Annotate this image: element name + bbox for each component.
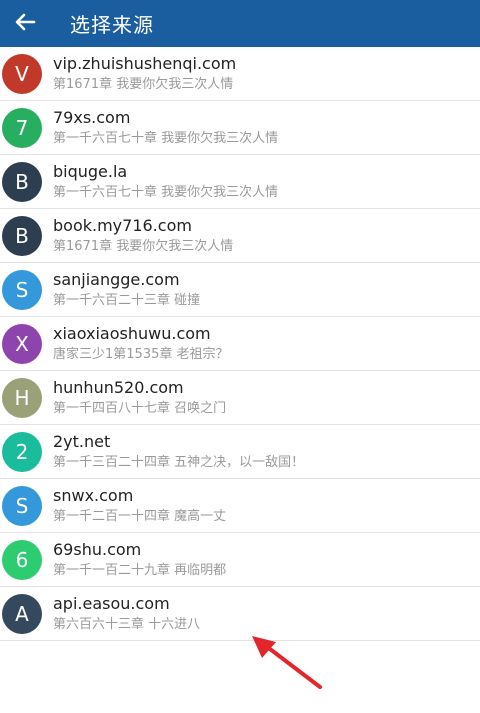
source-domain: book.my716.com [53, 215, 192, 235]
source-domain: biquge.la [53, 161, 128, 181]
latest-chapter: 第一千二百一十四章 魔高一丈 [53, 508, 227, 524]
source-domain: api.easou.com [53, 593, 170, 613]
source-domain: vip.zhuishushenqi.com [53, 53, 237, 73]
source-list-item[interactable]: 2 2yt.net 第一千三百二十四章 五神之决，以一敌国！ [0, 425, 480, 479]
source-text-group: biquge.la 第一千六百七十章 我要你欠我三次人情 [53, 162, 278, 202]
source-list-item[interactable]: Aapi.easou.com 第六百六十三章 十六进八 [0, 587, 480, 641]
source-text-group: snwx.com 第一千二百一十四章 魔高一丈 [53, 486, 226, 526]
source-avatar: V [2, 53, 42, 94]
source-avatar: 7 [2, 107, 42, 148]
page-title: 选择来源 [70, 13, 154, 37]
source-text-group: xiaoxiaoshuwu.com 唐家三少1第1535章 老祖宗？ [53, 324, 229, 364]
source-text-group: 79xs.com 第一千六百七十章 我要你欠我三次人情 [53, 108, 278, 148]
source-list-item[interactable]: Vvip.zhuishushenqi.com 第1671章 我要你欠我三次人情 [0, 47, 480, 101]
red-arrow-icon [252, 636, 322, 689]
source-domain: hunhun520.com [53, 377, 184, 397]
latest-chapter: 第一千六百二十三章 碰撞 [53, 292, 201, 308]
source-list-item[interactable]: Hhunhun520.com 第一千四百八十七章 召唤之门 [0, 371, 480, 425]
source-domain: snwx.com [53, 485, 134, 505]
source-avatar: S [2, 485, 42, 526]
source-avatar: 6 [2, 539, 42, 580]
source-domain: 79xs.com [53, 107, 131, 127]
arrow-left-icon [14, 12, 36, 36]
top-app-bar: 选择来源 [0, 0, 480, 47]
source-avatar: B [2, 215, 42, 256]
back-button[interactable] [0, 0, 50, 47]
source-list-item[interactable]: 6 69shu.com 第一千一百二十九章 再临明都 [0, 533, 480, 587]
latest-chapter: 第1671章 我要你欠我三次人情 [53, 238, 234, 254]
source-text-group: book.my716.com 第1671章 我要你欠我三次人情 [53, 216, 233, 256]
source-domain: sanjiangge.com [53, 269, 180, 289]
source-avatar: A [2, 593, 42, 634]
source-avatar: B [2, 161, 42, 202]
source-domain: 69shu.com [53, 539, 142, 559]
source-avatar: X [2, 323, 42, 364]
latest-chapter: 第六百六十三章 十六进八 [53, 616, 201, 632]
latest-chapter: 第一千四百八十七章 召唤之门 [53, 400, 227, 416]
source-domain: xiaoxiaoshuwu.com [53, 323, 211, 343]
latest-chapter: 唐家三少1第1535章 老祖宗？ [53, 346, 229, 362]
source-text-group: hunhun520.com 第一千四百八十七章 召唤之门 [53, 378, 226, 418]
source-list-item[interactable]: Xxiaoxiaoshuwu.com 唐家三少1第1535章 老祖宗？ [0, 317, 480, 371]
latest-chapter: 第一千六百七十章 我要你欠我三次人情 [53, 130, 279, 146]
source-list-item[interactable]: 7 79xs.com 第一千六百七十章 我要你欠我三次人情 [0, 101, 480, 155]
source-list-item[interactable]: Ssanjiangge.com 第一千六百二十三章 碰撞 [0, 263, 480, 317]
source-picker-screen: 选择来源 Vvip.zhuishushenqi.com 第1671章 我要你欠我三… [0, 0, 480, 713]
source-domain: 2yt.net [53, 431, 111, 451]
source-text-group: api.easou.com 第六百六十三章 十六进八 [53, 594, 200, 634]
latest-chapter: 第一千三百二十四章 五神之决，以一敌国！ [53, 454, 305, 470]
source-avatar: H [2, 377, 42, 418]
source-list-item[interactable]: Bbook.my716.com 第1671章 我要你欠我三次人情 [0, 209, 480, 263]
source-list-item[interactable]: Bbiquge.la 第一千六百七十章 我要你欠我三次人情 [0, 155, 480, 209]
source-list: Vvip.zhuishushenqi.com 第1671章 我要你欠我三次人情 7 7… [0, 47, 480, 641]
latest-chapter: 第一千六百七十章 我要你欠我三次人情 [53, 184, 279, 200]
source-avatar: 2 [2, 431, 42, 472]
source-avatar: S [2, 269, 42, 310]
source-text-group: sanjiangge.com 第一千六百二十三章 碰撞 [53, 270, 200, 310]
source-text-group: 69shu.com 第一千一百二十九章 再临明都 [53, 540, 226, 580]
source-list-item[interactable]: Ssnwx.com 第一千二百一十四章 魔高一丈 [0, 479, 480, 533]
latest-chapter: 第1671章 我要你欠我三次人情 [53, 76, 234, 92]
source-text-group: 2yt.net 第一千三百二十四章 五神之决，以一敌国！ [53, 432, 304, 472]
source-text-group: vip.zhuishushenqi.com 第1671章 我要你欠我三次人情 [53, 54, 236, 94]
latest-chapter: 第一千一百二十九章 再临明都 [53, 562, 227, 578]
